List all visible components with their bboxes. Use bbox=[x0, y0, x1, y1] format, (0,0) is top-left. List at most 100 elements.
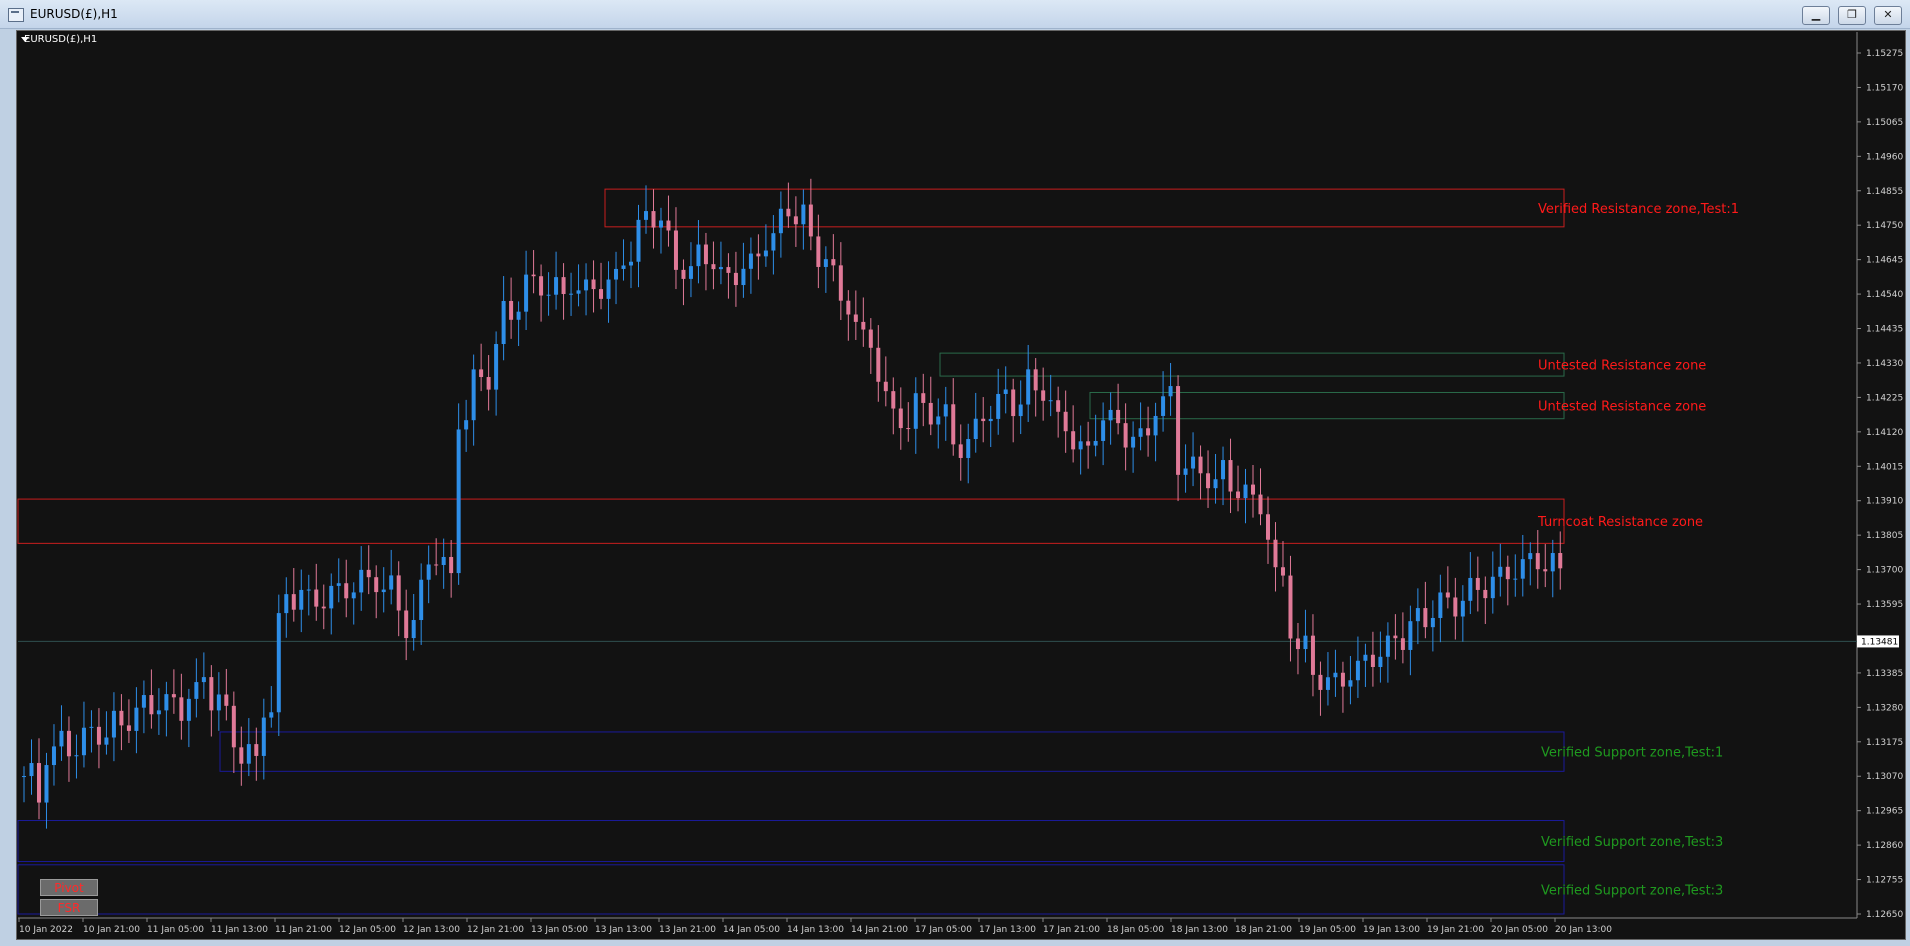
time-tick-label: 20 Jan 05:00 bbox=[1491, 925, 1548, 935]
candle-body bbox=[1026, 369, 1031, 405]
zone-label: Verified Support zone,Test:3 bbox=[1541, 835, 1723, 850]
candle-body bbox=[1535, 553, 1540, 570]
candle-body bbox=[141, 695, 146, 708]
candle-body bbox=[321, 606, 326, 609]
candle-body bbox=[1408, 621, 1413, 650]
candle-body bbox=[1415, 608, 1420, 622]
candle-body bbox=[666, 220, 671, 231]
candle-body bbox=[741, 268, 746, 286]
candle-body bbox=[1123, 423, 1128, 448]
candle-body bbox=[1438, 592, 1443, 618]
candle-body bbox=[554, 277, 559, 295]
price-tick-label: 1.13070 bbox=[1866, 772, 1903, 782]
candle-body bbox=[1318, 674, 1323, 690]
candle-body bbox=[966, 439, 971, 458]
zone-box bbox=[17, 820, 1565, 863]
candle-body bbox=[426, 564, 431, 580]
zone-label: Verified Support zone,Test:1 bbox=[1541, 746, 1723, 761]
candle-body bbox=[231, 705, 236, 748]
candle-body bbox=[359, 569, 364, 593]
candle-body bbox=[1011, 389, 1016, 417]
time-tick-label: 11 Jan 05:00 bbox=[147, 925, 204, 935]
candle-body bbox=[1430, 617, 1435, 628]
price-tick-label: 1.14435 bbox=[1866, 325, 1903, 335]
candle-body bbox=[89, 726, 94, 728]
candle-body bbox=[389, 575, 394, 590]
time-tick-label: 10 Jan 2022 bbox=[19, 925, 73, 935]
time-tick-label: 12 Jan 21:00 bbox=[467, 925, 524, 935]
candle-body bbox=[1056, 400, 1061, 412]
price-tick-label: 1.13700 bbox=[1866, 566, 1903, 576]
candle-body bbox=[576, 290, 581, 294]
price-tick-label: 1.13175 bbox=[1866, 738, 1903, 748]
candle-body bbox=[216, 694, 221, 711]
candle-body bbox=[1273, 539, 1278, 568]
candle-body bbox=[733, 272, 738, 286]
terminal-window: EURUSD(£),H1 ▁ ❐ ✕ 1.15275 1.15170 1.15065… bbox=[0, 0, 1910, 946]
candle-body bbox=[621, 265, 626, 269]
candle-body bbox=[1265, 514, 1270, 540]
candle-body bbox=[793, 216, 798, 225]
time-tick-label: 19 Jan 21:00 bbox=[1427, 925, 1484, 935]
pivot-button[interactable]: Pivot bbox=[40, 879, 98, 896]
candle-body bbox=[441, 556, 446, 566]
price-chart: 1.15275 1.15170 1.15065 1.14960 1.14855 1.147… bbox=[17, 32, 1903, 935]
candle-body bbox=[1295, 638, 1300, 650]
candle-body bbox=[658, 220, 663, 228]
candle-body bbox=[1363, 654, 1368, 661]
candle-body bbox=[883, 381, 888, 392]
candle-body bbox=[201, 677, 206, 683]
candle-body bbox=[756, 253, 761, 257]
candle-body bbox=[366, 569, 371, 578]
candle-body bbox=[629, 261, 634, 266]
candle-body bbox=[823, 259, 828, 267]
candle-body bbox=[861, 321, 866, 330]
time-tick-label: 13 Jan 21:00 bbox=[659, 925, 716, 935]
price-tick-label: 1.13595 bbox=[1866, 600, 1903, 610]
candle-body bbox=[973, 418, 978, 440]
candle-body bbox=[1063, 411, 1068, 432]
candle-body bbox=[96, 726, 101, 745]
time-tick-label: 12 Jan 13:00 bbox=[403, 925, 460, 935]
candle-body bbox=[1475, 577, 1480, 590]
candle-body bbox=[1258, 494, 1263, 515]
price-tick-label: 1.14540 bbox=[1866, 290, 1903, 300]
candle-body bbox=[81, 727, 86, 756]
candle-body bbox=[958, 444, 963, 458]
candle-body bbox=[1460, 600, 1465, 617]
candle-body bbox=[1393, 635, 1398, 639]
candle-body bbox=[1310, 635, 1315, 675]
candle-body bbox=[179, 697, 184, 721]
candle-body bbox=[164, 694, 169, 711]
time-tick-label: 11 Jan 13:00 bbox=[211, 925, 268, 935]
candle-body bbox=[816, 236, 821, 267]
zone-box bbox=[604, 188, 1565, 228]
candle-body bbox=[419, 579, 424, 621]
price-tick-label: 1.12650 bbox=[1866, 910, 1903, 920]
time-tick-label: 14 Jan 05:00 bbox=[723, 925, 780, 935]
zone-box bbox=[17, 498, 1565, 544]
current-price-label: 1.13481 bbox=[1861, 637, 1898, 647]
candle-body bbox=[688, 266, 693, 279]
zone-label: Verified Support zone,Test:3 bbox=[1541, 883, 1723, 898]
candle-body bbox=[1251, 484, 1256, 495]
fsr-button[interactable]: FSR bbox=[40, 899, 98, 916]
candle-body bbox=[1348, 680, 1353, 687]
price-tick-label: 1.14960 bbox=[1866, 152, 1903, 162]
candle-body bbox=[1033, 369, 1038, 391]
time-tick-label: 14 Jan 13:00 bbox=[787, 925, 844, 935]
candle-body bbox=[711, 264, 716, 270]
candle-body bbox=[988, 418, 993, 422]
candle-body bbox=[868, 329, 873, 348]
candle-body bbox=[981, 418, 986, 422]
candle-body bbox=[59, 730, 64, 747]
candle-body bbox=[1468, 577, 1473, 601]
candle-body bbox=[186, 698, 191, 721]
candle-body bbox=[1198, 456, 1203, 474]
price-tick-label: 1.13910 bbox=[1866, 497, 1903, 507]
candle-body bbox=[1116, 409, 1121, 424]
candle-body bbox=[396, 575, 401, 611]
candle-body bbox=[1423, 608, 1428, 628]
candle-body bbox=[284, 594, 289, 614]
candle-body bbox=[299, 589, 304, 610]
